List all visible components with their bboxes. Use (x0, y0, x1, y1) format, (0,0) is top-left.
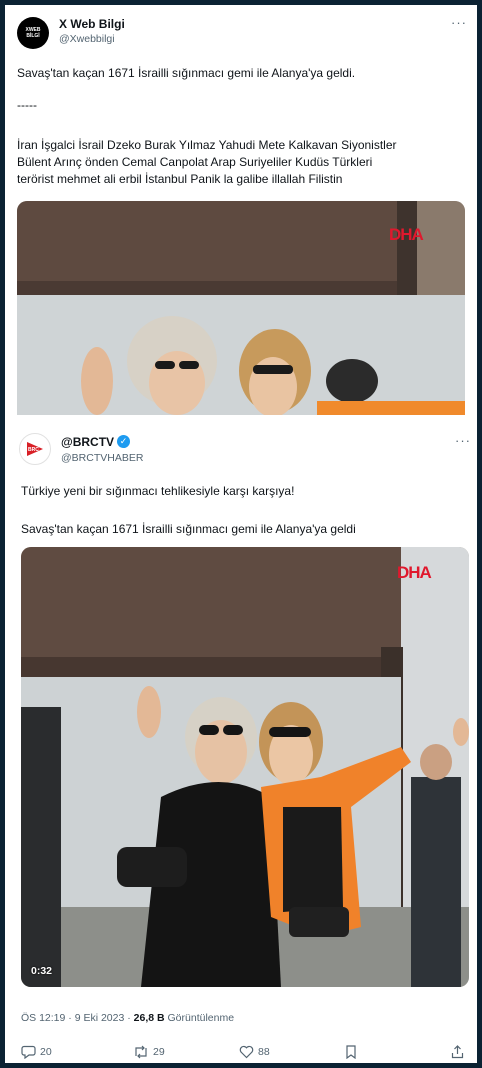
tweet-metadata: ÖS 12:19 · 9 Eki 2023 · 26,8 B Görüntüle… (21, 1012, 234, 1024)
author-handle[interactable]: @Xwebbilgi (59, 33, 115, 45)
bookmark-button[interactable] (345, 1045, 357, 1059)
more-options-icon[interactable]: ··· (451, 15, 467, 30)
tweet-video-1[interactable]: DHA (17, 201, 465, 415)
avatar[interactable]: XWEB BİLGİ (17, 17, 49, 49)
like-button[interactable]: 88 (239, 1045, 270, 1059)
dha-watermark: DHA (389, 225, 424, 244)
share-button[interactable] (451, 1045, 464, 1059)
tweet-text-line-2: İran İşgalci İsrail Dzeko Burak Yılmaz Y… (17, 138, 397, 152)
dha-watermark: DHA (397, 563, 432, 582)
author-handle[interactable]: @BRCTVHABER (61, 452, 143, 464)
verified-badge-icon: ✓ (117, 435, 130, 448)
reply-icon (21, 1045, 36, 1059)
tweet-separator: ----- (17, 98, 37, 112)
video-frame-graphic (21, 547, 469, 987)
tweet-text-line-1: Savaş'tan kaçan 1671 İsrailli sığınmacı … (17, 66, 356, 80)
like-count: 88 (258, 1046, 270, 1058)
avatar-label: XWEB BİLGİ (25, 27, 41, 39)
avatar[interactable]: BRC (19, 433, 51, 465)
tweet-text-line-4: terörist mehmet ali erbil İstanbul Panik… (17, 172, 343, 186)
repost-count: 29 (153, 1046, 165, 1058)
repost-icon (135, 1045, 147, 1059)
more-options-icon[interactable]: ··· (455, 433, 471, 448)
screenshot-frame: XWEB BİLGİ X Web Bilgi @Xwebbilgi ··· Sa… (5, 5, 477, 1063)
reply-count: 20 (40, 1046, 52, 1058)
share-icon (451, 1045, 464, 1059)
views-count: 26,8 B (133, 1012, 165, 1024)
bookmark-icon (346, 1045, 356, 1059)
avatar-label: BRC (28, 447, 39, 453)
author-name[interactable]: X Web Bilgi (59, 17, 125, 31)
video-duration: 0:32 (31, 965, 53, 977)
reply-button[interactable]: 20 (21, 1045, 52, 1059)
heart-icon (239, 1045, 254, 1059)
tweet-video-2[interactable]: DHA 0:32 (21, 547, 469, 987)
tweet-text-line-1: Türkiye yeni bir sığınmacı tehlikesiyle … (21, 484, 295, 498)
views-label: Görüntülenme (164, 1012, 235, 1024)
tweet-card-1[interactable]: XWEB BİLGİ X Web Bilgi @Xwebbilgi ··· Sa… (5, 5, 477, 415)
repost-button[interactable]: 29 (133, 1045, 165, 1059)
timestamp[interactable]: ÖS 12:19 · 9 Eki 2023 · (21, 1012, 134, 1024)
tweet-text-line-2: Savaş'tan kaçan 1671 İsrailli sığınmacı … (21, 522, 356, 536)
tweet-card-2[interactable]: BRC @BRCTV ✓ @BRCTVHABER ··· Türkiye yen… (5, 415, 477, 1063)
tweet-text-line-3: Bülent Arınç önden Cemal Canpolat Arap S… (17, 155, 373, 169)
author-name[interactable]: @BRCTV (61, 435, 114, 449)
